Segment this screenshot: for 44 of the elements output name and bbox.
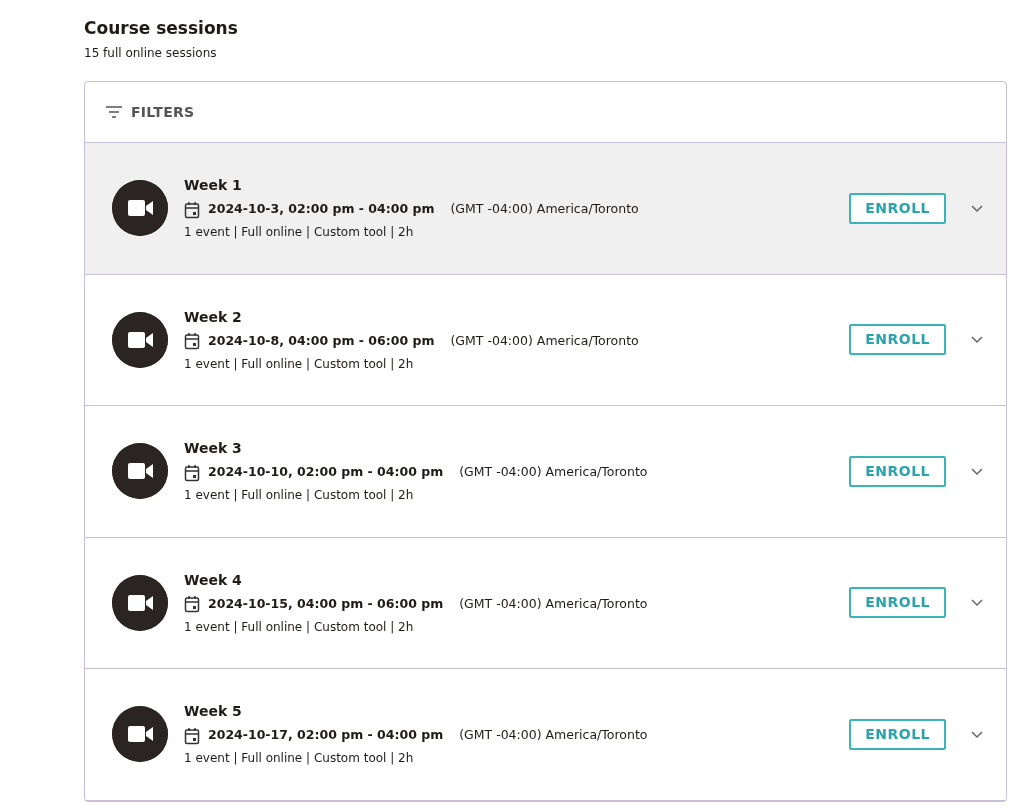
session-timezone: (GMT -04:00) America/Toronto [450, 331, 639, 350]
section-title: Course sessions [84, 17, 239, 40]
session-row[interactable]: Week 4 2024-10-15, 04:00 pm - 06:00 pm (GMT -04:00) America/Toronto 1 event | Full online | Custom tool | 2h ENROLL [85, 537, 1006, 669]
calendar-icon [184, 595, 200, 614]
session-title: Week 3 [184, 439, 243, 459]
calendar-icon [184, 463, 200, 482]
chevron-down-icon[interactable] [970, 466, 984, 476]
session-timezone: (GMT -04:00) America/Toronto [450, 200, 639, 219]
calendar-icon [184, 332, 200, 351]
session-details: 1 event | Full online | Custom tool | 2h [184, 618, 415, 636]
session-timezone: (GMT -04:00) America/Toronto [459, 594, 648, 613]
session-details: 1 event | Full online | Custom tool | 2h [184, 750, 415, 768]
session-details: 1 event | Full online | Custom tool | 2h [184, 224, 415, 242]
session-title: Week 5 [184, 702, 243, 722]
session-timezone: (GMT -04:00) America/Toronto [459, 726, 648, 745]
session-title: Week 4 [184, 570, 243, 590]
session-date: 2024-10-15, 04:00 pm - 06:00 pm [208, 594, 444, 613]
video-camera-icon [112, 574, 168, 631]
chevron-down-icon[interactable] [970, 598, 984, 608]
calendar-icon [184, 726, 200, 745]
session-title: Week 1 [184, 176, 243, 196]
calendar-icon [184, 200, 200, 219]
filters-button[interactable]: FILTERS [105, 101, 195, 123]
session-row[interactable]: Week 2 2024-10-8, 04:00 pm - 06:00 pm (GMT -04:00) America/Toronto 1 event | Full online | Custom tool | 2h ENROLL [85, 274, 1006, 406]
session-date: 2024-10-17, 02:00 pm - 04:00 pm [208, 726, 444, 745]
session-row[interactable]: Week 5 2024-10-17, 02:00 pm - 04:00 pm (GMT -04:00) America/Toronto 1 event | Full online | Custom tool | 2h ENROLL [85, 669, 1006, 801]
session-details: 1 event | Full online | Custom tool | 2h [184, 355, 415, 373]
video-camera-icon [112, 180, 168, 237]
section-subtitle: 15 full online sessions [84, 45, 218, 62]
video-camera-icon [112, 706, 168, 763]
video-camera-icon [112, 311, 168, 368]
chevron-down-icon[interactable] [970, 203, 984, 213]
session-details: 1 event | Full online | Custom tool | 2h [184, 487, 415, 505]
session-row[interactable]: Week 1 2024-10-3, 02:00 pm - 04:00 pm (GMT -04:00) America/Toronto 1 event | Full online | Custom tool | 2h ENROLL [85, 143, 1006, 275]
filter-icon [105, 105, 123, 119]
session-date: 2024-10-8, 04:00 pm - 06:00 pm [208, 331, 435, 350]
session-timezone: (GMT -04:00) America/Toronto [459, 463, 648, 482]
session-row[interactable]: Week 3 2024-10-10, 02:00 pm - 04:00 pm (GMT -04:00) America/Toronto 1 event | Full online | Custom tool | 2h ENROLL [85, 406, 1006, 538]
session-title: Week 2 [184, 307, 243, 327]
session-date: 2024-10-3, 02:00 pm - 04:00 pm [208, 200, 435, 219]
video-camera-icon [112, 443, 168, 500]
chevron-down-icon[interactable] [970, 729, 984, 739]
chevron-down-icon[interactable] [970, 335, 984, 345]
session-date: 2024-10-10, 02:00 pm - 04:00 pm [208, 463, 444, 482]
